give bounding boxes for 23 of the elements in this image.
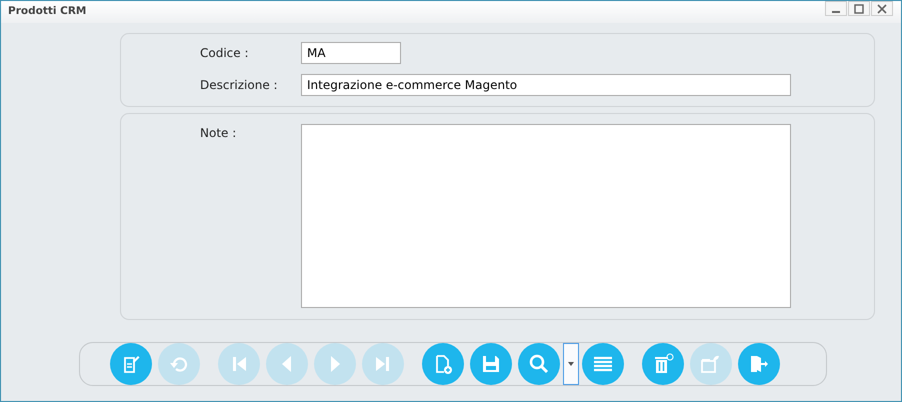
close-button[interactable] bbox=[871, 1, 893, 16]
note-field[interactable] bbox=[301, 124, 791, 308]
document-add-button[interactable] bbox=[422, 343, 464, 385]
close-icon bbox=[877, 4, 887, 14]
caret-icon bbox=[568, 362, 574, 366]
maximize-button[interactable] bbox=[848, 1, 870, 16]
field-label: Note : bbox=[200, 126, 236, 140]
dropdown-button[interactable] bbox=[563, 343, 579, 385]
door-exit-button[interactable] bbox=[738, 343, 780, 385]
minimize-icon bbox=[832, 11, 840, 13]
search-button[interactable] bbox=[518, 343, 560, 385]
maximize-icon bbox=[854, 4, 864, 14]
list-button[interactable] bbox=[582, 343, 624, 385]
minimize-button[interactable] bbox=[825, 1, 847, 16]
search-icon bbox=[527, 352, 551, 376]
field-label: Codice : bbox=[200, 46, 249, 60]
document-edit-button[interactable] bbox=[110, 343, 152, 385]
floppy-disk-button[interactable] bbox=[470, 343, 512, 385]
trash-button[interactable] bbox=[642, 343, 684, 385]
text-field[interactable]: Integrazione e-commerce Magento bbox=[301, 74, 791, 96]
text-field[interactable]: MA bbox=[301, 42, 401, 64]
window-title: Prodotti CRM bbox=[8, 4, 86, 20]
field-label: Descrizione : bbox=[200, 78, 278, 92]
